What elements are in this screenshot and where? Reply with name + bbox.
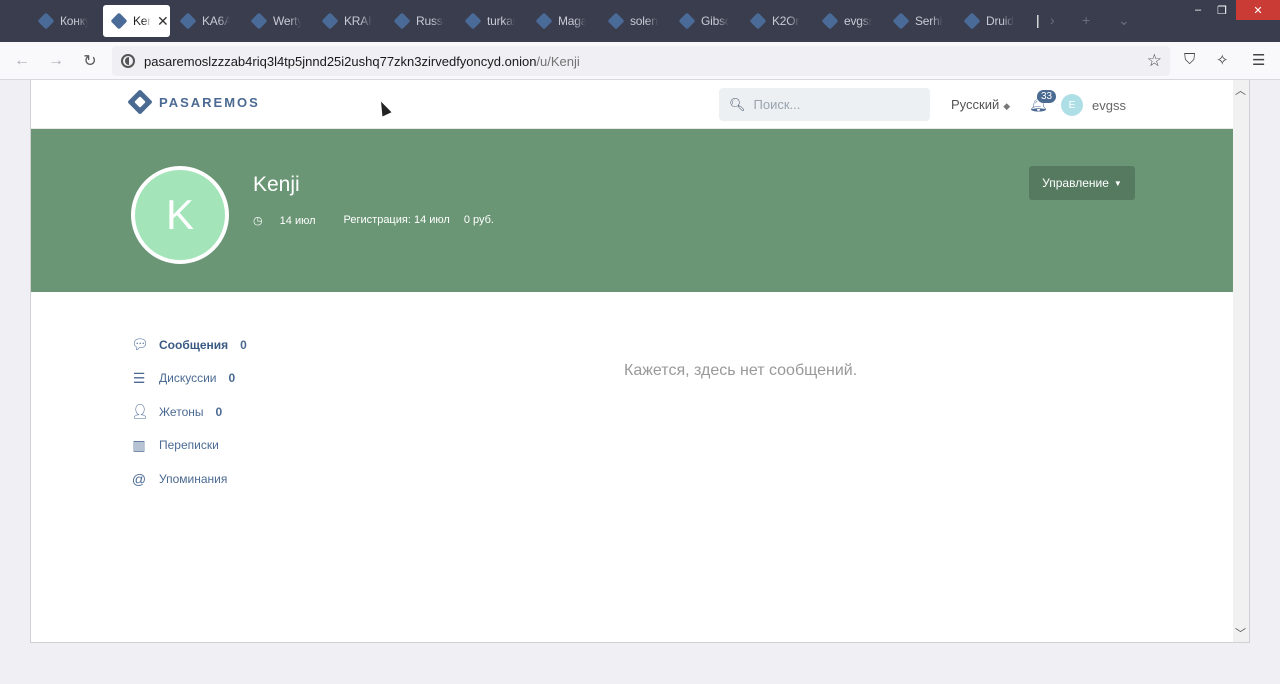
restore-icon[interactable]: ❐ [1210,0,1234,20]
search-input[interactable] [753,97,914,112]
notification-count-badge: 33 [1037,90,1057,103]
browser-tab[interactable]: Druid [963,5,1014,37]
site-favicon-icon [110,12,128,30]
comment-icon: 💬︎ [131,336,149,353]
list-icon: ☰ [132,369,146,386]
page-scrollbar[interactable]: ︿ ﹀ [1233,80,1249,642]
nav-item-discussions[interactable]: ☰ Дискуссии 0 [131,362,247,396]
browser-tab[interactable]: turkan [464,5,515,37]
language-selector[interactable]: Русский ◆ [951,97,1010,112]
extensions-wand-icon[interactable]: ✧ [1216,51,1229,69]
scroll-tabs-right-icon[interactable]: › [1050,12,1055,28]
browser-tab[interactable]: Russian [393,5,444,37]
close-tab-icon[interactable]: ✕ [157,13,169,30]
bookmark-star-icon[interactable]: ☆ [1147,51,1162,71]
nav-item-badges[interactable]: 👤︎ Жетоны 0 [131,395,247,429]
browser-tab-active[interactable]: Kenji✕ [103,5,170,37]
browser-toolbar: ← → ↻ pasaremoslzzzab4riq3l4tp5jnnd25i2u… [0,42,1280,80]
window-close-icon[interactable]: ✕ [1236,0,1280,20]
search-box[interactable]: 🔍︎ [719,88,930,121]
site-favicon-icon [892,12,910,30]
tab-overflow-icon: | [1036,12,1040,28]
caret-down-icon: ▼ [1113,178,1122,188]
site-favicon-icon [393,12,411,30]
address-bar[interactable]: pasaremoslzzzab4riq3l4tp5jnnd25i2ushq77z… [112,46,1170,76]
search-icon: 🔍︎ [729,96,746,112]
last-seen: ◷ 14 июл [253,215,316,227]
profile-meta: ◷ 14 июл Регистрация: 14 июл 0 руб. [253,214,508,227]
profile-nav: 💬︎ Сообщения 0 ☰ Дискуссии 0 👤︎ Жетоны 0… [131,328,247,496]
browser-tab[interactable]: Serhio [892,5,943,37]
browser-tab[interactable]: K2Online [749,5,800,37]
scroll-down-icon[interactable]: ﹀ [1235,625,1246,641]
url-path: /u/Kenji [536,53,580,69]
manage-button[interactable]: Управление ▼ [1029,166,1135,200]
registration-date: Регистрация: 14 июл [343,214,450,226]
user-avatar[interactable]: E [1061,94,1083,116]
site-favicon-icon [179,12,197,30]
browser-tab[interactable]: Gibson [678,5,729,37]
site-header: PASAREMOS 🔍︎ Русский◆ 🔔︎ 33 E evgss [31,80,1235,129]
forward-icon[interactable]: → [46,51,66,71]
browser-tab[interactable]: evgss [821,5,872,37]
empty-state-message: Кажется, здесь нет сообщений. [624,362,858,379]
tab-list-icon[interactable]: ⌄ [1118,12,1130,29]
balance: 0 руб. [463,214,494,226]
logo-diamond-icon [127,89,153,115]
browser-tab[interactable]: Magazin [535,5,586,37]
scroll-up-icon[interactable]: ︿ [1235,82,1246,98]
browser-tab[interactable]: Werty [250,5,301,37]
onion-site-icon [121,54,135,68]
at-icon: @ [131,470,147,487]
user-tag-icon: 👤︎ [131,403,149,420]
site-favicon-icon [535,12,553,30]
site-favicon-icon [250,12,268,30]
nav-item-mentions[interactable]: @ Упоминания [131,462,247,496]
back-icon[interactable]: ← [12,51,32,71]
new-tab-icon[interactable]: + [1082,12,1090,28]
site-favicon-icon [821,12,839,30]
clock-icon: ◷ [253,215,266,227]
minimize-icon[interactable]: – [1186,0,1210,20]
browser-tab[interactable]: KRAFT [321,5,372,37]
browser-tab-bar: Конкурс Kenji✕ KA6AN Werty KRAFT Russian… [0,0,1280,42]
site-favicon-icon [749,12,767,30]
username-link[interactable]: evgss [1092,98,1126,113]
sort-caret-icon: ◆ [1003,101,1011,111]
profile-avatar: K [131,166,229,264]
browser-tab[interactable]: KA6AN [179,5,230,37]
web-page: PASAREMOS 🔍︎ Русский◆ 🔔︎ 33 E evgss K Ke… [30,80,1250,643]
site-favicon-icon [321,12,339,30]
url-host: pasaremoslzzzab4riq3l4tp5jnnd25i2ushq77z… [144,53,537,69]
profile-banner: K Kenji ◷ 14 июл Регистрация: 14 июл 0 р… [31,129,1235,292]
profile-username: Kenji [253,173,300,196]
menu-hamburger-icon[interactable]: ☰ [1252,51,1265,69]
browser-tab[interactable]: solenoid [607,5,658,37]
site-favicon-icon [607,12,625,30]
nav-item-conversations[interactable]: ▥ Переписки [131,429,247,463]
reload-icon[interactable]: ↻ [80,51,100,71]
browser-tab[interactable]: Конкурс [37,5,88,37]
site-favicon-icon [464,12,482,30]
map-icon: ▥ [132,436,146,453]
site-favicon-icon [37,12,55,30]
site-favicon-icon [963,12,981,30]
shield-icon[interactable]: ⛉ [1184,51,1195,68]
site-favicon-icon [678,12,696,30]
nav-item-posts[interactable]: 💬︎ Сообщения 0 [131,328,247,362]
site-logo[interactable]: PASAREMOS [127,89,260,115]
